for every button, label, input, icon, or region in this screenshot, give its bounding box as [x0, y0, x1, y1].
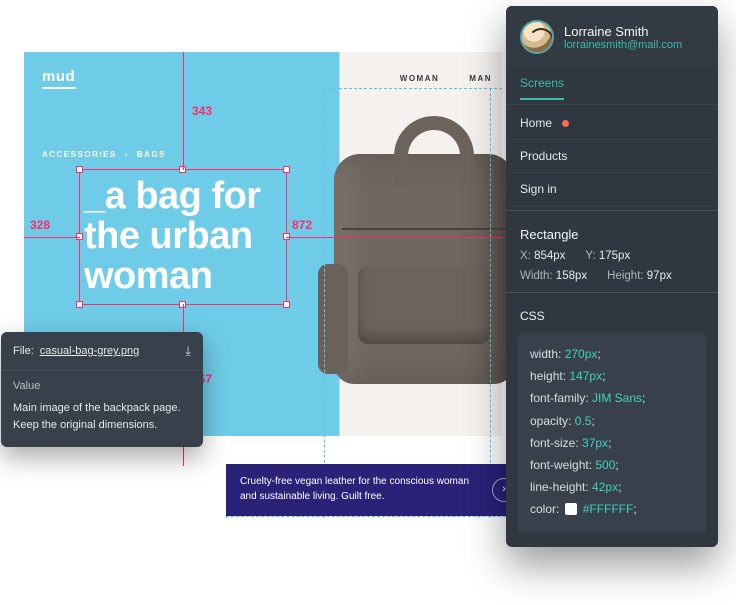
guide-v1 [324, 88, 325, 518]
measure-line-top [183, 52, 184, 170]
rect-y-val: 175px [599, 250, 630, 262]
resize-handle-br[interactable] [283, 301, 290, 308]
product-image[interactable] [324, 94, 534, 444]
caption-text: Cruelty-free vegan leather for the consc… [240, 476, 469, 502]
user-email[interactable]: lorrainesmith@mail.com [564, 39, 682, 51]
css-color: color: #FFFFFF; [530, 498, 694, 520]
rect-x-label: X: [520, 250, 531, 262]
css-box[interactable]: width: 270px; height: 147px; font-family… [518, 333, 706, 533]
measure-line-right [286, 237, 502, 238]
resize-handle-tl[interactable] [76, 166, 83, 173]
backpack-pocket [358, 266, 490, 344]
asset-filename[interactable]: casual-bag-grey.png [40, 345, 179, 357]
screens-heading: Screens [520, 66, 564, 100]
measure-val-top: 343 [192, 104, 212, 118]
status-dot-icon [562, 120, 569, 127]
guide-v2 [490, 88, 491, 518]
asset-popover: File: casual-bag-grey.png ⤓ Value Main i… [1, 332, 203, 447]
css-font-family: font-family: JIM Sans; [530, 387, 694, 409]
css-font-weight: font-weight: 500; [530, 454, 694, 476]
nav-man[interactable]: MAN [469, 74, 492, 83]
brand-underline [42, 87, 76, 89]
download-icon[interactable]: ⤓ [185, 343, 191, 359]
css-heading: CSS [506, 297, 718, 325]
chevron-right-icon: › [125, 150, 129, 159]
css-line-height: line-height: 42px; [530, 476, 694, 498]
measure-line-left [24, 237, 80, 238]
css-height: height: 147px; [530, 365, 694, 387]
user-name: Lorraine Smith [564, 24, 682, 39]
backpack-zip [342, 228, 506, 230]
rect-y-label: Y: [585, 250, 595, 262]
divider [506, 210, 718, 211]
divider [506, 104, 718, 105]
backpack-body [334, 154, 514, 384]
rect-w-label: Width: [520, 270, 553, 282]
rectangle-heading: Rectangle [506, 215, 718, 248]
rect-xy-row: X: 854px Y: 175px [506, 248, 718, 268]
resize-handle-bl[interactable] [76, 301, 83, 308]
brand-text: mud [42, 68, 75, 85]
screen-label: Home [520, 116, 552, 130]
measure-val-left: 328 [30, 218, 50, 232]
breadcrumb-bags[interactable]: BAGS [137, 150, 166, 159]
backpack-side-pocket [318, 264, 348, 374]
backpack-handle [394, 116, 474, 186]
css-opacity: opacity: 0.5; [530, 410, 694, 432]
asset-file-row: File: casual-bag-grey.png ⤓ [1, 332, 203, 371]
measure-val-right: 872 [292, 218, 312, 232]
rect-h-label: Height: [607, 270, 643, 282]
css-font-size: font-size: 37px; [530, 432, 694, 454]
screen-label: Products [520, 149, 567, 163]
selection-rect[interactable] [80, 170, 286, 304]
screen-item-products[interactable]: Products [506, 140, 718, 173]
resize-handle-tr[interactable] [283, 166, 290, 173]
divider [506, 292, 718, 293]
color-swatch [565, 503, 577, 515]
rect-wh-row: Width: 158px Height: 97px [506, 268, 718, 288]
breadcrumb-accessories[interactable]: ACCESSORIES [42, 150, 117, 159]
top-nav: WOMAN MAN [400, 74, 492, 83]
css-width: width: 270px; [530, 343, 694, 365]
user-block[interactable]: Lorraine Smith lorrainesmith@mail.com [506, 6, 718, 66]
rect-w-val: 158px [556, 270, 587, 282]
guide-h1 [324, 88, 502, 89]
rect-h-val: 97px [647, 270, 672, 282]
inspector-panel: Lorraine Smith lorrainesmith@mail.com Sc… [506, 6, 718, 547]
rect-x-val: 854px [534, 250, 565, 262]
avatar [520, 20, 554, 54]
caption-bar: Cruelty-free vegan leather for the consc… [226, 464, 526, 516]
screen-item-home[interactable]: Home [506, 107, 718, 140]
file-label: File: [13, 345, 34, 357]
guide-h3 [226, 516, 526, 517]
value-label: Value [1, 371, 203, 396]
design-canvas: mud WOMAN MAN ACCESSORIES › BAGS _a bag … [24, 52, 502, 522]
nav-woman[interactable]: WOMAN [400, 74, 440, 83]
breadcrumb: ACCESSORIES › BAGS [42, 150, 166, 159]
screen-item-signin[interactable]: Sign in [506, 173, 718, 206]
screen-label: Sign in [520, 182, 557, 196]
asset-description: Main image of the backpack page. Keep th… [1, 396, 203, 447]
brand-logo: mud [42, 68, 76, 89]
